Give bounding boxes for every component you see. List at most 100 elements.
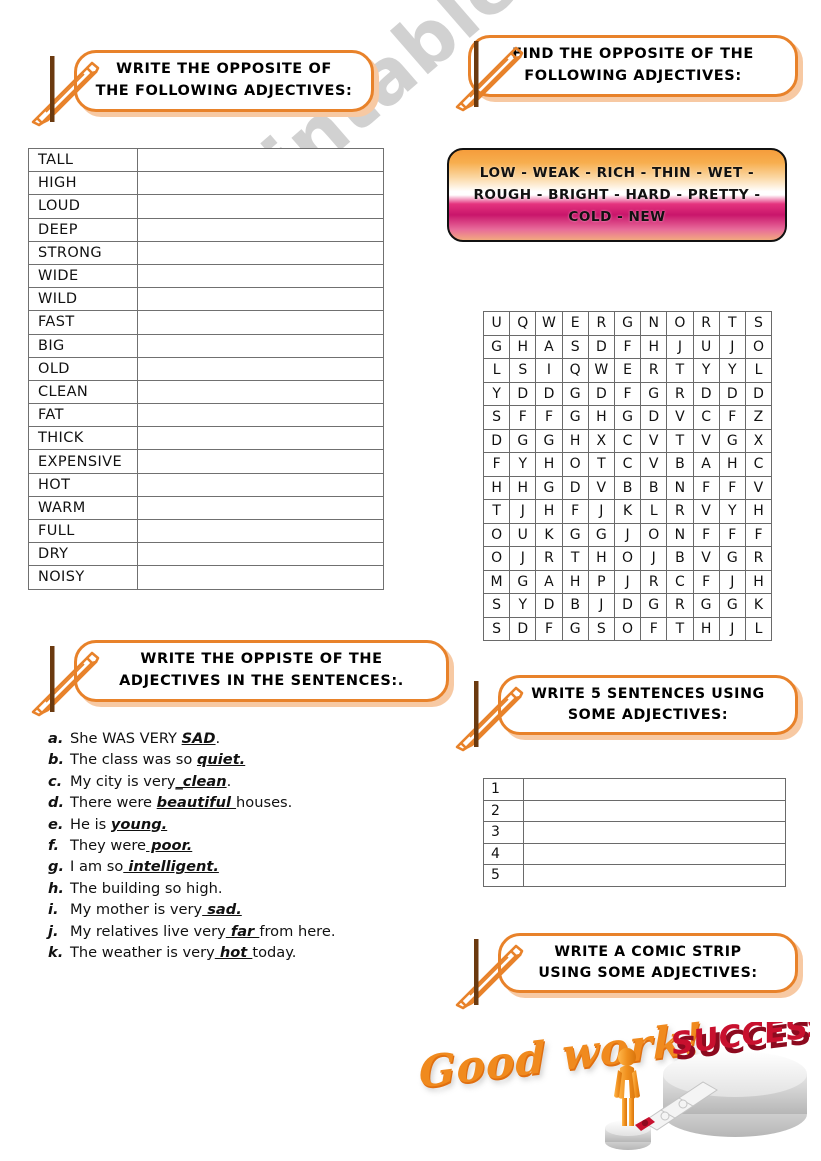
word-search-cell[interactable]: F bbox=[535, 405, 563, 430]
word-search-cell[interactable]: J bbox=[718, 334, 746, 359]
word-search-cell[interactable]: V bbox=[587, 475, 615, 500]
word-search-cell[interactable]: T bbox=[587, 452, 615, 477]
answer-blank[interactable] bbox=[136, 379, 385, 405]
word-search-cell[interactable]: J bbox=[613, 522, 642, 547]
word-search-cell[interactable]: J bbox=[587, 499, 615, 524]
word-search-cell[interactable]: S bbox=[587, 616, 615, 641]
word-search-cell[interactable]: D bbox=[613, 593, 642, 618]
word-search-cell[interactable]: V bbox=[744, 475, 773, 500]
word-search-cell[interactable]: B bbox=[666, 546, 694, 571]
word-search-cell[interactable]: R bbox=[666, 381, 694, 406]
word-search-cell[interactable]: U bbox=[692, 334, 720, 359]
word-search-cell[interactable]: A bbox=[692, 452, 720, 477]
answer-blank[interactable] bbox=[136, 263, 385, 289]
word-search-cell[interactable]: V bbox=[692, 499, 720, 524]
word-search-cell[interactable]: V bbox=[640, 452, 668, 477]
word-search-cell[interactable]: J bbox=[509, 499, 537, 524]
word-search-cell[interactable]: D bbox=[640, 405, 668, 430]
word-search-cell[interactable]: G bbox=[561, 616, 589, 641]
word-search-cell[interactable]: Y bbox=[482, 381, 511, 406]
word-search-cell[interactable]: U bbox=[509, 522, 537, 547]
word-search-cell[interactable]: K bbox=[535, 522, 563, 547]
word-search-cell[interactable]: R bbox=[744, 546, 773, 571]
answer-blank[interactable] bbox=[136, 287, 385, 312]
word-search-cell[interactable]: C bbox=[744, 452, 773, 477]
word-search-cell[interactable]: O bbox=[561, 452, 589, 477]
answer-blank[interactable] bbox=[136, 518, 385, 544]
word-search-cell[interactable]: Y bbox=[692, 358, 720, 383]
sentence-blank[interactable] bbox=[523, 821, 786, 844]
answer-blank[interactable] bbox=[136, 194, 385, 219]
word-search-cell[interactable]: C bbox=[613, 452, 642, 477]
word-search-cell[interactable]: S bbox=[482, 405, 511, 430]
word-search-cell[interactable]: V bbox=[640, 428, 668, 453]
word-search-cell[interactable]: F bbox=[718, 405, 746, 430]
answer-blank[interactable] bbox=[136, 356, 385, 381]
word-search-cell[interactable]: H bbox=[535, 499, 563, 524]
word-search-cell[interactable]: T bbox=[666, 616, 694, 641]
word-search-cell[interactable]: G bbox=[640, 381, 668, 406]
word-search-cell[interactable]: J bbox=[718, 616, 746, 641]
word-search-cell[interactable]: H bbox=[535, 452, 563, 477]
word-search-cell[interactable]: T bbox=[561, 546, 589, 571]
word-search-cell[interactable]: H bbox=[587, 405, 615, 430]
word-search-cell[interactable]: F bbox=[744, 522, 773, 547]
word-search-cell[interactable]: J bbox=[640, 546, 668, 571]
word-search-cell[interactable]: L bbox=[744, 616, 773, 641]
word-search-cell[interactable]: H bbox=[744, 569, 773, 594]
word-search-cell[interactable]: E bbox=[561, 311, 589, 336]
word-search-cell[interactable]: H bbox=[640, 334, 668, 359]
word-search-cell[interactable]: W bbox=[535, 311, 563, 336]
word-search-cell[interactable]: R bbox=[587, 311, 615, 336]
word-search-cell[interactable]: P bbox=[587, 569, 615, 594]
word-search-cell[interactable]: Y bbox=[509, 452, 537, 477]
word-search-cell[interactable]: C bbox=[666, 569, 694, 594]
word-search-cell[interactable]: T bbox=[482, 499, 511, 524]
word-search-cell[interactable]: G bbox=[587, 522, 615, 547]
word-search-cell[interactable]: F bbox=[482, 452, 511, 477]
word-search-cell[interactable]: G bbox=[535, 428, 563, 453]
word-search-cell[interactable]: O bbox=[482, 546, 511, 571]
word-search-cell[interactable]: G bbox=[482, 334, 511, 359]
word-search-cell[interactable]: Y bbox=[509, 593, 537, 618]
word-search-cell[interactable]: Q bbox=[509, 311, 537, 336]
word-search-cell[interactable]: D bbox=[692, 381, 720, 406]
answer-blank[interactable] bbox=[136, 147, 385, 173]
word-search-cell[interactable]: A bbox=[535, 334, 563, 359]
word-search-cell[interactable]: G bbox=[535, 475, 563, 500]
word-search-cell[interactable]: D bbox=[561, 475, 589, 500]
word-search-cell[interactable]: F bbox=[509, 405, 537, 430]
word-search-cell[interactable]: H bbox=[482, 475, 511, 500]
word-search-cell[interactable]: G bbox=[561, 381, 589, 406]
word-search-cell[interactable]: C bbox=[613, 428, 642, 453]
word-search-cell[interactable]: J bbox=[613, 569, 642, 594]
word-search-cell[interactable]: Q bbox=[561, 358, 589, 383]
word-search-cell[interactable]: G bbox=[509, 428, 537, 453]
word-search-cell[interactable]: D bbox=[535, 593, 563, 618]
word-search-cell[interactable]: D bbox=[509, 381, 537, 406]
answer-blank[interactable] bbox=[136, 449, 385, 474]
word-search-cell[interactable]: A bbox=[535, 569, 563, 594]
word-search-cell[interactable]: O bbox=[744, 334, 773, 359]
answer-blank[interactable] bbox=[136, 217, 385, 242]
word-search-cell[interactable]: D bbox=[509, 616, 537, 641]
word-search-cell[interactable]: Y bbox=[718, 358, 746, 383]
word-search-cell[interactable]: R bbox=[692, 311, 720, 336]
word-search-cell[interactable]: F bbox=[561, 499, 589, 524]
word-search-cell[interactable]: X bbox=[744, 428, 773, 453]
word-search-cell[interactable]: G bbox=[561, 405, 589, 430]
word-search-cell[interactable]: F bbox=[692, 569, 720, 594]
word-search-cell[interactable]: O bbox=[666, 311, 694, 336]
word-search-cell[interactable]: T bbox=[666, 428, 694, 453]
word-search-cell[interactable]: H bbox=[744, 499, 773, 524]
word-search-cell[interactable]: G bbox=[561, 522, 589, 547]
word-search-cell[interactable]: N bbox=[666, 475, 694, 500]
word-search-cell[interactable]: G bbox=[718, 546, 746, 571]
word-search-cell[interactable]: J bbox=[587, 593, 615, 618]
word-search-cell[interactable]: F bbox=[640, 616, 668, 641]
word-search-cell[interactable]: R bbox=[535, 546, 563, 571]
word-search-cell[interactable]: S bbox=[482, 593, 511, 618]
word-search-cell[interactable]: R bbox=[640, 569, 668, 594]
word-search-cell[interactable]: V bbox=[666, 405, 694, 430]
word-search-cell[interactable]: O bbox=[613, 546, 642, 571]
